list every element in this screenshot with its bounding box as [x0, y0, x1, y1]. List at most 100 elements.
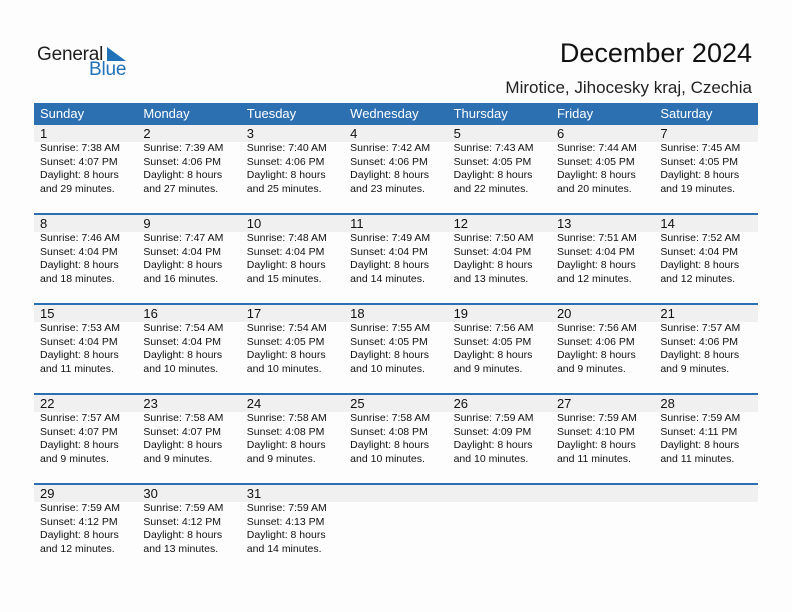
day-cell: 31 Sunrise: 7:59 AM Sunset: 4:13 PM Dayligh…: [241, 485, 344, 573]
sunrise-time: Sunrise: 7:47 AM: [143, 232, 224, 244]
daylight-hours: Daylight: 8 hours: [143, 439, 223, 452]
calendar-grid: Sunday Monday Tuesday Wednesday Thursday…: [34, 103, 758, 573]
sunset-time: Sunset: 4:07 PM: [143, 425, 222, 438]
empty-day-cell: [654, 485, 757, 573]
daylight-minutes: and 9 minutes.: [556, 362, 626, 375]
sunrise-time: Sunrise: 7:48 AM: [246, 232, 327, 244]
daylight-minutes: and 13 minutes.: [143, 542, 219, 555]
day-cell: 8 Sunrise: 7:46 AM Sunset: 4:04 PM Daylight…: [34, 215, 137, 303]
sunset-time: Sunset: 4:04 PM: [246, 245, 325, 258]
sunrise-time: Sunrise: 7:38 AM: [40, 142, 120, 154]
daylight-minutes: and 12 minutes.: [660, 272, 736, 285]
weekday-sunday: Sunday: [40, 106, 85, 121]
sunrise-time: Sunrise: 7:40 AM: [246, 142, 327, 154]
day-number: 12: [453, 216, 469, 231]
daylight-minutes: and 16 minutes.: [143, 272, 219, 285]
day-cell: 29 Sunrise: 7:59 AM Sunset: 4:12 PM Dayligh…: [34, 485, 137, 573]
day-number: 26: [453, 396, 469, 411]
sunset-time: Sunset: 4:05 PM: [246, 335, 325, 348]
daylight-minutes: and 9 minutes.: [453, 362, 523, 375]
day-cell: 19 Sunrise: 7:56 AM Sunset: 4:05 PM Dayligh…: [448, 305, 551, 393]
sunrise-time: Sunrise: 7:52 AM: [660, 232, 741, 244]
sunset-time: Sunset: 4:12 PM: [40, 515, 118, 528]
day-number: 9: [143, 216, 151, 231]
day-cell: 1 Sunrise: 7:38 AM Sunset: 4:07 PM Daylight…: [34, 125, 137, 213]
daylight-minutes: and 22 minutes.: [453, 182, 529, 195]
daylight-hours: Daylight: 8 hours: [556, 169, 636, 182]
day-number: 20: [556, 306, 572, 321]
sunrise-time: Sunrise: 7:58 AM: [246, 412, 327, 424]
day-cell: 16 Sunrise: 7:54 AM Sunset: 4:04 PM Dayligh…: [137, 305, 240, 393]
sunrise-time: Sunrise: 7:59 AM: [246, 502, 327, 514]
day-cell: 14 Sunrise: 7:52 AM Sunset: 4:04 PM Dayligh…: [654, 215, 757, 303]
day-number: 8: [40, 216, 48, 231]
sunset-time: Sunset: 4:13 PM: [246, 515, 325, 528]
daylight-minutes: and 10 minutes.: [453, 452, 529, 465]
sunset-time: Sunset: 4:04 PM: [143, 335, 222, 348]
week-row: 29 Sunrise: 7:59 AM Sunset: 4:12 PM Dayligh…: [34, 483, 758, 573]
day-cell: 17 Sunrise: 7:54 AM Sunset: 4:05 PM Dayligh…: [241, 305, 344, 393]
sunset-time: Sunset: 4:07 PM: [40, 425, 118, 438]
daylight-minutes: and 11 minutes.: [556, 452, 631, 465]
sunrise-time: Sunrise: 7:46 AM: [40, 232, 120, 244]
sunrise-time: Sunrise: 7:42 AM: [350, 142, 431, 154]
sunrise-time: Sunrise: 7:58 AM: [143, 412, 224, 424]
daylight-hours: Daylight: 8 hours: [350, 259, 429, 272]
daylight-minutes: and 9 minutes.: [143, 452, 213, 465]
daylight-minutes: and 10 minutes.: [350, 362, 425, 375]
day-cell: 26 Sunrise: 7:59 AM Sunset: 4:09 PM Dayligh…: [448, 395, 551, 483]
day-cell: 6 Sunrise: 7:44 AM Sunset: 4:05 PM Daylight…: [551, 125, 654, 213]
daylight-hours: Daylight: 8 hours: [143, 259, 223, 272]
weekday-monday: Monday: [143, 106, 190, 121]
daylight-minutes: and 27 minutes.: [143, 182, 219, 195]
day-number: 3: [246, 126, 255, 141]
daylight-minutes: and 10 minutes.: [246, 362, 322, 375]
day-cell: 9 Sunrise: 7:47 AM Sunset: 4:04 PM Daylight…: [137, 215, 240, 303]
sunrise-time: Sunrise: 7:44 AM: [556, 142, 637, 154]
daylight-minutes: and 14 minutes.: [350, 272, 425, 285]
sunrise-time: Sunrise: 7:54 AM: [246, 322, 327, 334]
day-cell: 15 Sunrise: 7:53 AM Sunset: 4:04 PM Dayligh…: [34, 305, 137, 393]
day-number: 21: [660, 306, 675, 321]
sunrise-time: Sunrise: 7:59 AM: [143, 502, 224, 514]
day-number: 27: [556, 396, 572, 411]
sunset-time: Sunset: 4:07 PM: [40, 155, 118, 168]
sunset-time: Sunset: 4:06 PM: [246, 155, 325, 168]
day-cell: 28 Sunrise: 7:59 AM Sunset: 4:11 PM Dayligh…: [654, 395, 757, 483]
day-cell: 20 Sunrise: 7:56 AM Sunset: 4:06 PM Dayligh…: [551, 305, 654, 393]
daylight-hours: Daylight: 8 hours: [40, 169, 119, 182]
sunset-time: Sunset: 4:05 PM: [556, 155, 635, 168]
day-cell: 25 Sunrise: 7:58 AM Sunset: 4:08 PM Dayligh…: [344, 395, 447, 483]
sunrise-time: Sunrise: 7:53 AM: [40, 322, 120, 334]
daylight-minutes: and 11 minutes.: [40, 362, 114, 375]
sunrise-time: Sunrise: 7:59 AM: [556, 412, 637, 424]
sunrise-time: Sunrise: 7:51 AM: [556, 232, 637, 244]
day-cell: 22 Sunrise: 7:57 AM Sunset: 4:07 PM Dayligh…: [34, 395, 137, 483]
empty-day-cell: [448, 485, 551, 573]
day-cell: 4 Sunrise: 7:42 AM Sunset: 4:06 PM Daylight…: [344, 125, 447, 213]
sunrise-time: Sunrise: 7:56 AM: [453, 322, 534, 334]
day-cell: 21 Sunrise: 7:57 AM Sunset: 4:06 PM Dayligh…: [654, 305, 757, 393]
daylight-minutes: and 9 minutes.: [40, 452, 109, 465]
weekday-header-row: Sunday Monday Tuesday Wednesday Thursday…: [34, 103, 758, 125]
sunset-time: Sunset: 4:06 PM: [556, 335, 635, 348]
daylight-hours: Daylight: 8 hours: [453, 439, 533, 452]
sunrise-time: Sunrise: 7:45 AM: [660, 142, 741, 154]
weekday-thursday: Thursday: [453, 106, 508, 121]
sunrise-time: Sunrise: 7:55 AM: [350, 322, 431, 334]
week-row: 8 Sunrise: 7:46 AM Sunset: 4:04 PM Daylight…: [34, 213, 758, 303]
day-number: 15: [40, 306, 55, 321]
sunset-time: Sunset: 4:04 PM: [660, 245, 738, 258]
daylight-minutes: and 11 minutes.: [660, 452, 735, 465]
daylight-hours: Daylight: 8 hours: [556, 259, 636, 272]
page-title: December 2024: [559, 38, 752, 68]
daylight-hours: Daylight: 8 hours: [350, 349, 429, 362]
sunrise-time: Sunrise: 7:50 AM: [453, 232, 534, 244]
empty-day-cell: [344, 485, 447, 573]
day-cell: 3 Sunrise: 7:40 AM Sunset: 4:06 PM Daylight…: [241, 125, 344, 213]
sunset-time: Sunset: 4:04 PM: [453, 245, 532, 258]
weekday-wednesday: Wednesday: [350, 106, 419, 121]
sunrise-time: Sunrise: 7:49 AM: [350, 232, 431, 244]
week-row: 22 Sunrise: 7:57 AM Sunset: 4:07 PM Dayligh…: [34, 393, 758, 483]
daylight-hours: Daylight: 8 hours: [143, 169, 223, 182]
